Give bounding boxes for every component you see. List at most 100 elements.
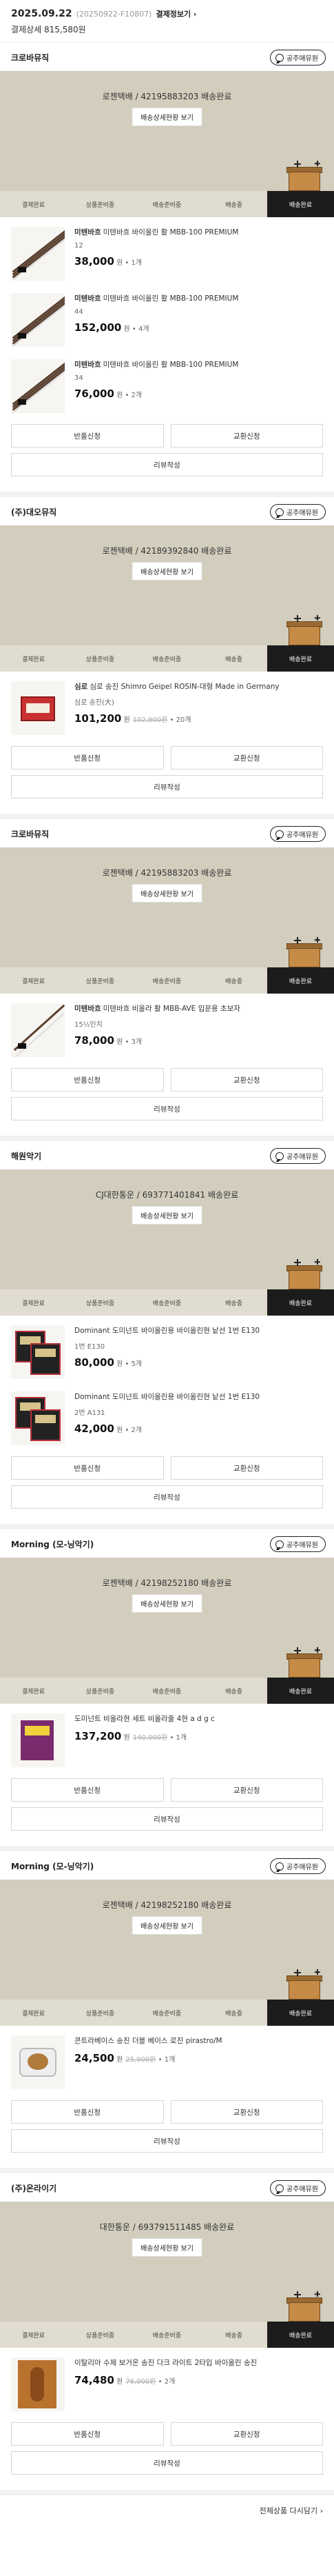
sparkle-icon <box>315 1969 320 1975</box>
progress-step: 상품준비중 <box>85 1300 115 1307</box>
product-item[interactable]: 미텐바흐 미텐바흐 바이올린 활 MBB-100 PREMIUM 34 76,000 … <box>0 350 334 416</box>
exchange-button[interactable]: 교환신청 <box>170 2422 323 2446</box>
delivery-box-icon <box>286 161 322 191</box>
seller-name: (주)온라이기 <box>11 2184 57 2193</box>
sparkle-icon <box>294 1259 301 1266</box>
seller-name: 크로바뮤직 <box>11 53 50 63</box>
chat-button[interactable]: 공주애뮤원 <box>270 1148 326 1164</box>
chat-label: 공주애뮤원 <box>286 832 318 839</box>
review-button[interactable]: 리뷰작성 <box>11 775 323 798</box>
progress-step: 배송준비중 <box>152 2332 182 2339</box>
shipping-detail-button[interactable]: 배송상세현황 보기 <box>132 1206 202 1225</box>
product-item[interactable]: Dominant 도미넌트 바이올린용 바이올린현 낱선 1번 E130 2번 A… <box>0 1382 334 1448</box>
shipping-detail-button[interactable]: 배송상세현황 보기 <box>132 1594 202 1613</box>
review-button[interactable]: 리뷰작성 <box>11 1807 323 1831</box>
return-button[interactable]: 반품신청 <box>11 1456 164 1480</box>
rosin-box <box>21 696 55 721</box>
receipt-link[interactable]: 결제정보기 <box>156 8 196 19</box>
price-value: 80,000 <box>74 1356 114 1369</box>
return-button[interactable]: 반품신청 <box>11 2422 164 2446</box>
progress-step: 배송준비중 <box>152 1300 182 1307</box>
chat-label: 공주애뮤원 <box>286 1154 318 1161</box>
product-item[interactable]: 미텐바흐 미텐바흐 비올라 활 MBB-AVE 입문용 초보자 15½인치 78,00… <box>0 994 334 1060</box>
progress-step: 배송완료 <box>267 2322 334 2348</box>
progress-steps: 결제완료 상품준비중 배송준비중 배송중 배송완료 <box>0 645 334 672</box>
price-value: 42,000 <box>74 1422 114 1435</box>
seller-section: Morning (모-닝악기) 공주애뮤원 로젠택배 / 42198252180 배… <box>0 1529 334 1851</box>
exchange-button[interactable]: 교환신청 <box>170 746 323 769</box>
seller-header: Morning (모-닝악기) 공주애뮤원 <box>0 1529 334 1558</box>
product-thumbnail <box>11 1713 65 1767</box>
product-option: 12 <box>74 242 83 250</box>
exchange-button[interactable]: 교환신청 <box>170 1778 323 1802</box>
product-item[interactable]: 콘트라베이스 송진 더블 베이스 로진 pirastro/M 24,500 원 25… <box>0 2026 334 2092</box>
return-button[interactable]: 반품신청 <box>11 746 164 769</box>
price-value: 78,000 <box>74 1034 114 1047</box>
exchange-button[interactable]: 교환신청 <box>170 1068 323 1091</box>
product-option: 44 <box>74 308 83 316</box>
reorder-all-link[interactable]: 전체상품 다시담기 <box>260 2505 323 2516</box>
review-button[interactable]: 리뷰작성 <box>11 1485 323 1509</box>
sparkle-icon <box>315 937 320 943</box>
review-button[interactable]: 리뷰작성 <box>11 2451 323 2475</box>
won-unit: 원 <box>116 1427 123 1434</box>
product-info: 미텐바흐 미텐바흐 비올라 활 MBB-AVE 입문용 초보자 15½인치 78,00… <box>74 1003 323 1057</box>
return-button[interactable]: 반품신청 <box>11 1778 164 1802</box>
chat-label: 공주애뮤원 <box>286 1864 318 1871</box>
bow-hair <box>12 370 65 413</box>
return-button[interactable]: 반품신청 <box>11 1068 164 1091</box>
string-set-box <box>21 1720 54 1760</box>
exchange-button[interactable]: 교환신청 <box>170 1456 323 1480</box>
shipping-detail-button[interactable]: 배송상세현황 보기 <box>132 562 202 581</box>
product-item[interactable]: 이탈리아 수제 보거온 송진 다크 라이트 2타입 바이올린 송진 74,480 … <box>0 2348 334 2414</box>
review-button[interactable]: 리뷰작성 <box>11 1097 323 1120</box>
quantity: 20개 <box>176 716 191 724</box>
product-option: 심로 송진(大) <box>74 699 114 707</box>
progress-step: 배송중 <box>225 2010 242 2017</box>
return-button[interactable]: 반품신청 <box>11 2100 164 2124</box>
product-item[interactable]: 미텐바흐 미텐바흐 바이올린 활 MBB-100 PREMIUM 44 152,000… <box>0 283 334 350</box>
exchange-button[interactable]: 교환신청 <box>170 424 323 447</box>
product-item[interactable]: 심로 심로 송진 Shimro Geipel ROSIN-대형 Made in G… <box>0 672 334 738</box>
original-price: 25,000원 <box>125 2056 156 2064</box>
seller-section: 해원악기 공주애뮤원 CJ대한통운 / 693771401841 배송완료 배송상세현… <box>0 1141 334 1529</box>
sparkle-icon <box>315 2291 320 2297</box>
shipping-detail-button[interactable]: 배송상세현황 보기 <box>132 2238 202 2257</box>
price-value: 152,000 <box>74 321 122 334</box>
product-price: 24,500 원 25,000원 • 1개 <box>74 2052 176 2064</box>
return-button[interactable]: 반품신청 <box>11 424 164 447</box>
chat-button[interactable]: 공주애뮤원 <box>270 2180 326 2196</box>
seller-list: 크로바뮤직 공주애뮤원 로젠택배 / 42195883203 배송완료 배송상세현황 … <box>0 43 334 2495</box>
string-pack <box>30 1409 61 1441</box>
product-brand: 미텐바흐 <box>74 361 101 369</box>
chat-button[interactable]: 공주애뮤원 <box>270 50 326 66</box>
shipping-detail-button[interactable]: 배송상세현황 보기 <box>132 1916 202 1935</box>
product-name: Dominant 도미넌트 바이올린용 바이올린현 낱선 1번 E130 <box>74 1325 323 1336</box>
chat-button[interactable]: 공주애뮤원 <box>270 826 326 842</box>
box-body <box>289 1980 320 2000</box>
product-info: 미텐바흐 미텐바흐 바이올린 활 MBB-100 PREMIUM 44 152,000… <box>74 293 323 347</box>
box-body <box>289 2302 320 2322</box>
delivery-box-icon <box>286 1969 322 2000</box>
bow-hair <box>13 1012 65 1057</box>
product-item[interactable]: Dominant 도미넌트 바이올린용 바이올린현 낱선 1번 E130 1번 E… <box>0 1316 334 1382</box>
review-button[interactable]: 리뷰작성 <box>11 2129 323 2153</box>
action-row: 반품신청 교환신청 <box>0 2414 334 2446</box>
review-button[interactable]: 리뷰작성 <box>11 453 323 476</box>
product-item[interactable]: 미텐바흐 미텐바흐 바이올린 활 MBB-100 PREMIUM 12 38,000 … <box>0 217 334 283</box>
rosin-tin <box>19 2048 56 2077</box>
shipping-detail-button[interactable]: 배송상세현황 보기 <box>132 884 202 903</box>
chat-label: 공주애뮤원 <box>286 510 318 517</box>
shipping-detail-button[interactable]: 배송상세현황 보기 <box>132 108 202 126</box>
chat-button[interactable]: 공주애뮤원 <box>270 1858 326 1874</box>
chat-button[interactable]: 공주애뮤원 <box>270 1536 326 1552</box>
won-unit: 원 <box>116 2378 123 2386</box>
seller-name: 해원악기 <box>11 1151 42 1161</box>
product-price: 42,000 원 • 2개 <box>74 1422 143 1435</box>
seller-name: (주)대오뮤직 <box>11 507 57 517</box>
delivery-box-icon <box>286 937 322 967</box>
chat-button[interactable]: 공주애뮤원 <box>270 504 326 520</box>
exchange-button[interactable]: 교환신청 <box>170 2100 323 2124</box>
product-item[interactable]: 도미넌트 비올라현 세트 비올라줄 4현 a d g c 137,200 원 140… <box>0 1704 334 1770</box>
seller-header: (주)대오뮤직 공주애뮤원 <box>0 497 334 525</box>
